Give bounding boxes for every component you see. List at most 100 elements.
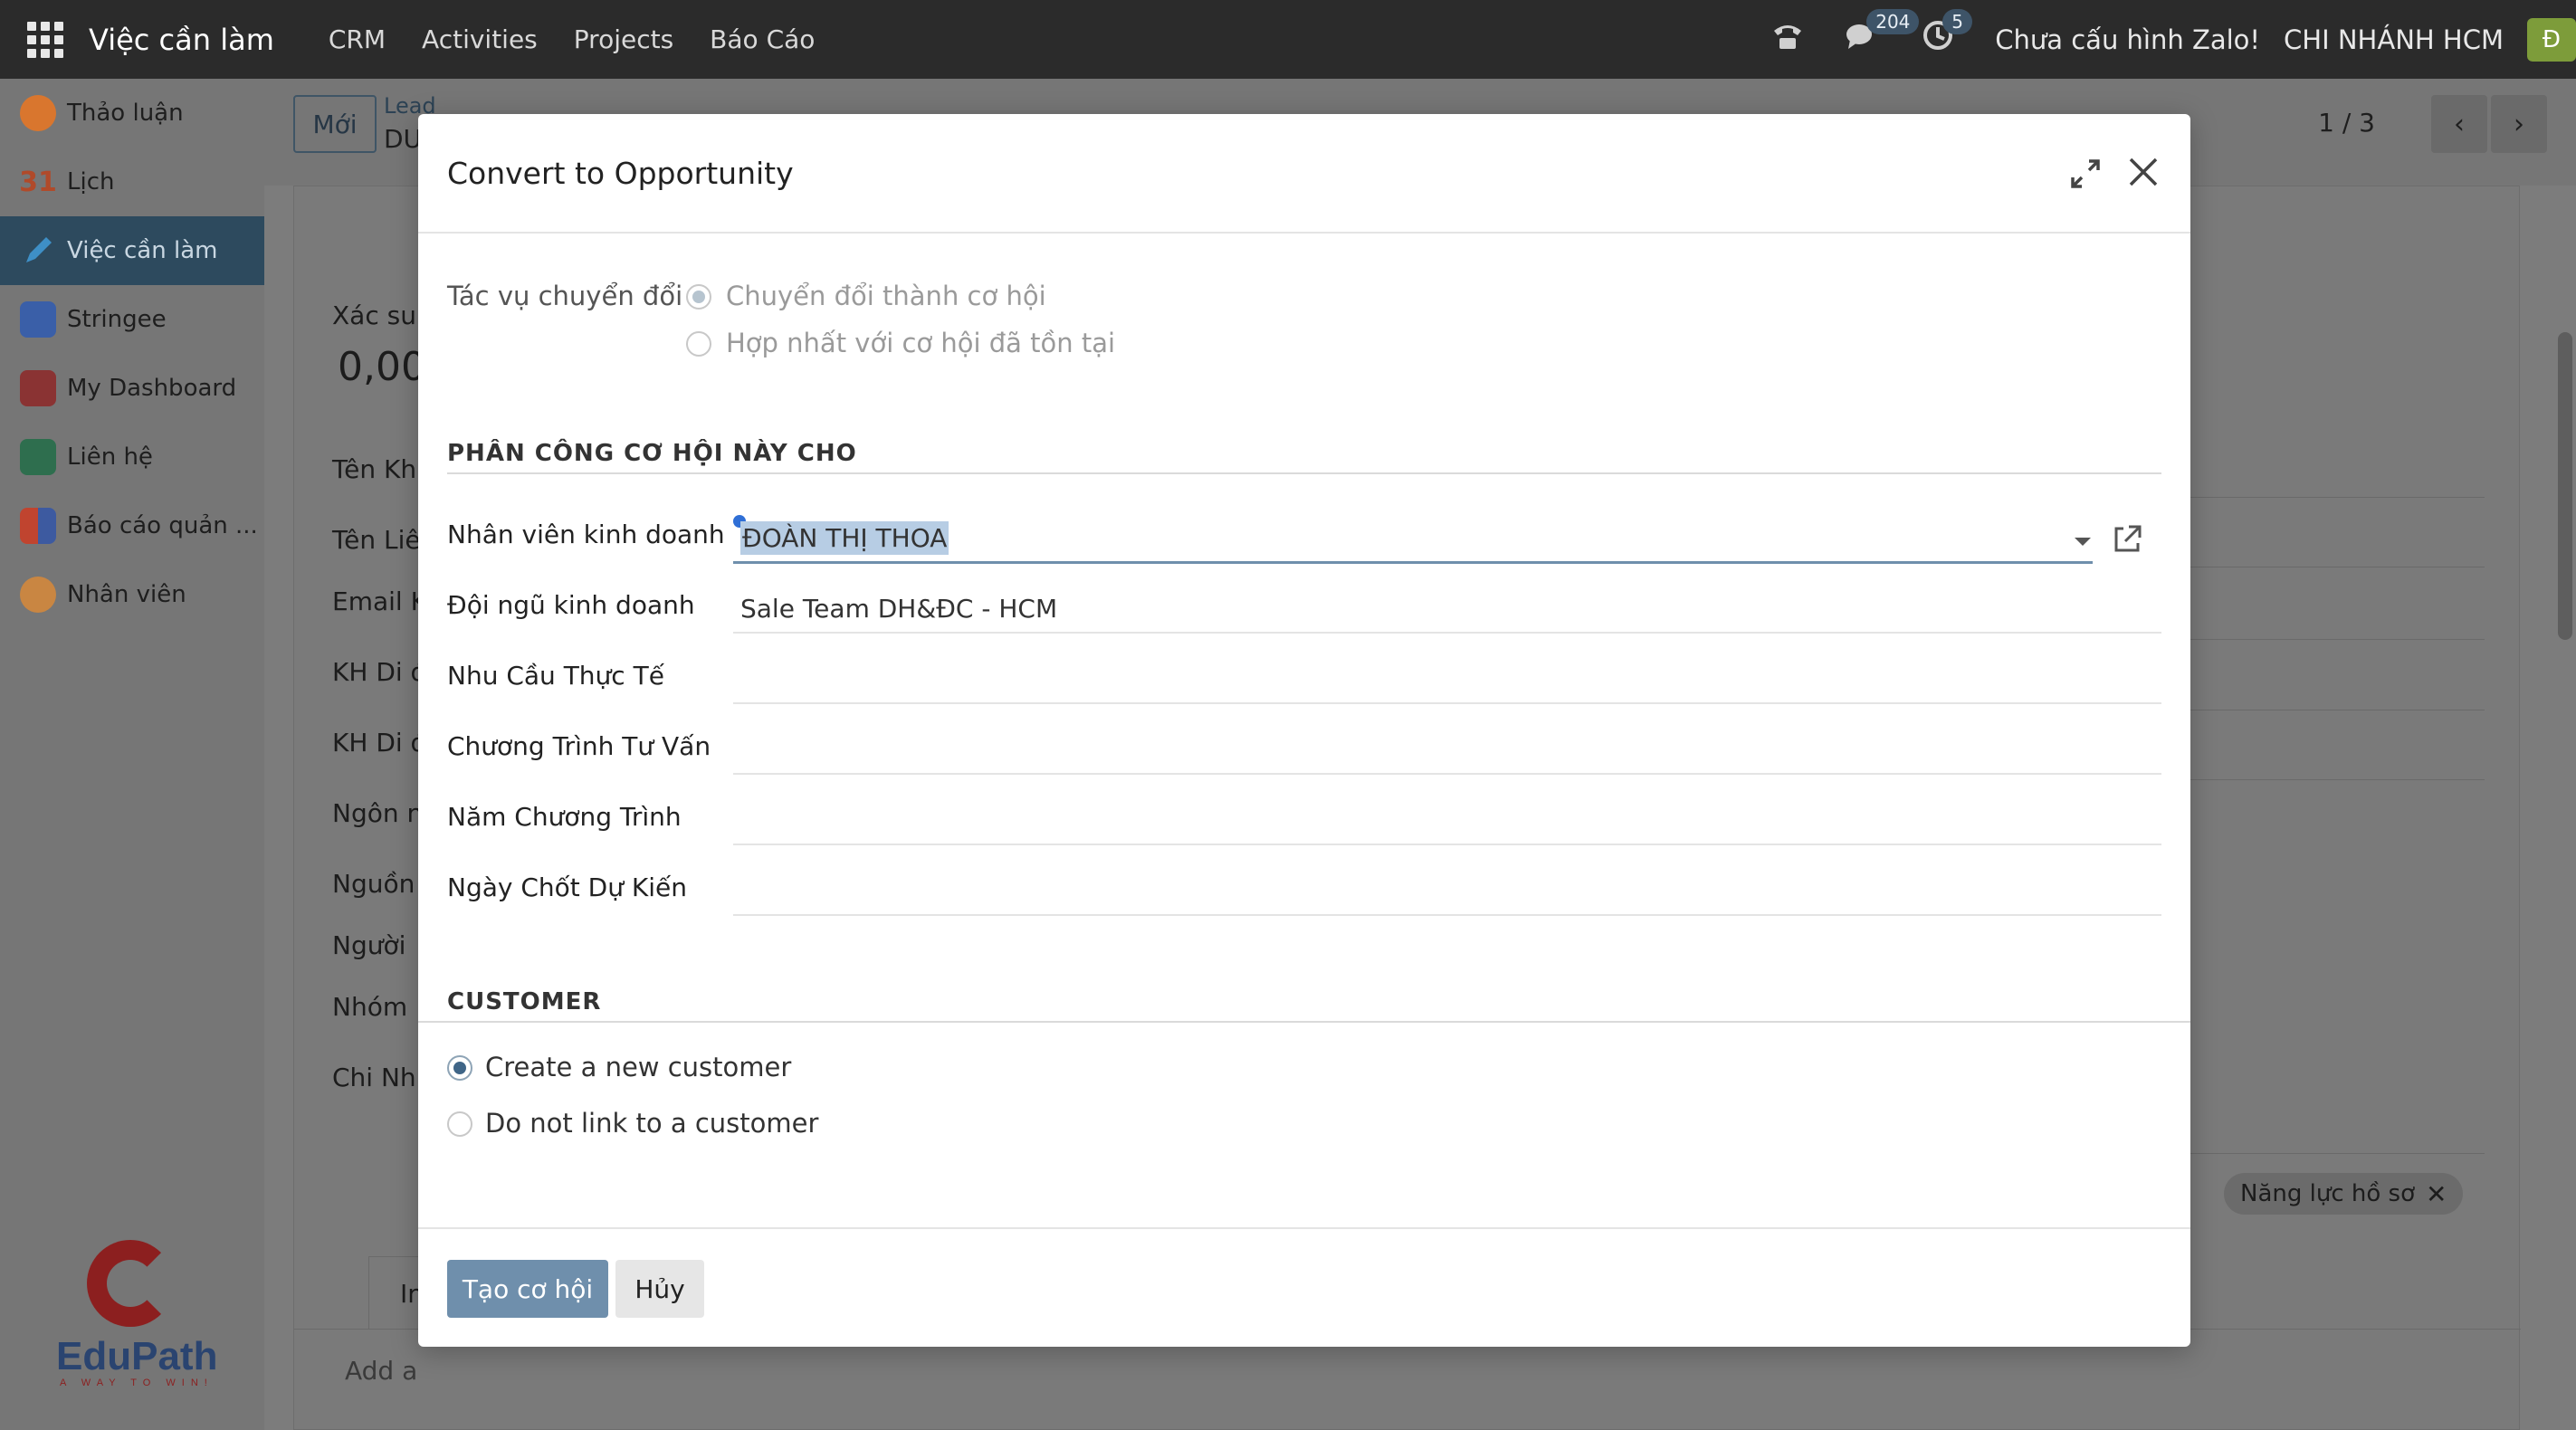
edupath-logo: EduPath A WAY TO WIN! xyxy=(52,1240,217,1394)
field-underline xyxy=(733,702,2161,704)
discuss-icon xyxy=(20,95,56,131)
top-navbar: Việc cần làm CRM Activities Projects Báo… xyxy=(0,0,2576,79)
chevron-down-icon[interactable] xyxy=(2075,538,2091,546)
tag-remove-icon[interactable]: ✕ xyxy=(2426,1179,2447,1209)
pager-next-icon[interactable]: › xyxy=(2491,95,2547,153)
page-scrollbar[interactable] xyxy=(2558,332,2572,640)
assign-section-heading: PHÂN CÔNG CƠ HỘI NÀY CHO xyxy=(447,440,857,467)
expected-closing-label: Ngày Chốt Dự Kiến xyxy=(447,872,687,902)
sidebar-item-nhan-vien[interactable]: Nhân viên xyxy=(0,560,264,629)
bg-field-label: Chi Nh xyxy=(332,1063,416,1092)
stringee-icon xyxy=(20,301,56,338)
sidebar-item-lien-he[interactable]: Liên hệ xyxy=(0,423,264,491)
employee-icon xyxy=(20,577,56,613)
actual-need-label: Nhu Cầu Thực Tế xyxy=(447,661,664,691)
new-record-button[interactable]: Mới xyxy=(293,95,377,153)
program-year-label: Năm Chương Trình xyxy=(447,802,682,832)
dashboard-icon xyxy=(20,370,56,406)
sales-team-input[interactable]: Sale Team DH&ĐC - HCM xyxy=(740,594,1057,624)
field-underline xyxy=(733,632,2161,634)
navbar-right: 204 5 Chưa cấu hình Zalo! CHI NHÁNH HCM … xyxy=(1770,0,2576,79)
section-divider xyxy=(418,1021,2190,1023)
sidebar: Thảo luận 31 Lịch Việc cần làm Stringee … xyxy=(0,79,264,1430)
probability-value: 0,00 xyxy=(338,344,426,390)
messages-icon[interactable]: 204 xyxy=(1845,9,1920,61)
radio-label-no-customer[interactable]: Do not link to a customer xyxy=(485,1108,818,1139)
bg-field-label: Email K xyxy=(332,586,427,616)
create-opportunity-button[interactable]: Tạo cơ hội xyxy=(447,1260,608,1318)
radio-label-convert[interactable]: Chuyển đổi thành cơ hội xyxy=(726,281,1046,311)
main-menu: CRM Activities Projects Báo Cáo xyxy=(292,24,816,54)
sales-team-label: Đội ngũ kinh doanh xyxy=(447,590,695,620)
phone-icon[interactable] xyxy=(1770,18,1805,61)
radio-no-customer[interactable] xyxy=(447,1111,472,1137)
sidebar-item-bao-cao-quan[interactable]: Báo cáo quản ... xyxy=(0,491,264,560)
app-brand[interactable]: Việc cần làm xyxy=(89,23,274,57)
cancel-button[interactable]: Hủy xyxy=(615,1260,704,1318)
salesperson-input[interactable]: ĐOÀN THỊ THOA xyxy=(740,521,949,555)
pencil-icon xyxy=(20,233,56,269)
salesperson-underline xyxy=(733,561,2093,564)
messages-badge: 204 xyxy=(1866,9,1920,34)
sidebar-item-viec-can-lam[interactable]: Việc cần làm xyxy=(0,216,264,285)
sidebar-item-label: My Dashboard xyxy=(67,375,237,402)
menu-item-crm[interactable]: CRM xyxy=(329,24,386,54)
dialog-title: Convert to Opportunity xyxy=(447,156,794,191)
pager-value[interactable]: 1 / 3 xyxy=(2318,108,2375,138)
bg-field-label: KH Di đ xyxy=(332,728,427,758)
activities-clock-icon[interactable]: 5 xyxy=(1921,9,1972,61)
apps-menu-icon[interactable] xyxy=(27,21,63,58)
breadcrumb-current: DU xyxy=(384,124,423,154)
bg-field-label: KH Di đ xyxy=(332,657,427,687)
field-underline xyxy=(733,914,2161,916)
tag-label: Năng lực hồ sơ xyxy=(2240,1180,2415,1207)
zalo-status[interactable]: Chưa cấu hình Zalo! xyxy=(1995,24,2260,55)
sidebar-item-label: Báo cáo quản ... xyxy=(67,512,258,539)
bg-field-label: Nguồn xyxy=(332,869,415,899)
convert-opportunity-dialog: Convert to Opportunity Tác vụ chuyển đổi… xyxy=(418,114,2190,1347)
menu-item-projects[interactable]: Projects xyxy=(574,24,673,54)
consulting-program-label: Chương Trình Tư Vấn xyxy=(447,731,711,761)
calendar-icon: 31 xyxy=(19,166,57,198)
sidebar-item-label: Stringee xyxy=(67,306,167,333)
bg-field-label: Ngôn n xyxy=(332,798,424,828)
sidebar-item-label: Thảo luận xyxy=(67,100,184,127)
salesperson-value: ĐOÀN THỊ THOA xyxy=(740,521,949,555)
section-divider xyxy=(447,472,2161,474)
radio-merge-opportunity[interactable] xyxy=(686,331,711,357)
sidebar-item-label: Nhân viên xyxy=(67,581,186,608)
dialog-header: Convert to Opportunity xyxy=(418,114,2190,234)
radio-label-create-customer[interactable]: Create a new customer xyxy=(485,1052,791,1082)
sidebar-item-my-dashboard[interactable]: My Dashboard xyxy=(0,354,264,423)
menu-item-activities[interactable]: Activities xyxy=(422,24,538,54)
company-switcher[interactable]: CHI NHÁNH HCM xyxy=(2284,24,2504,55)
user-avatar[interactable]: Đ xyxy=(2527,17,2576,62)
conversion-action-label: Tác vụ chuyển đổi xyxy=(447,281,683,311)
tag-chip[interactable]: Năng lực hồ sơ ✕ xyxy=(2224,1173,2464,1215)
salesperson-label: Nhân viên kinh doanh xyxy=(447,520,725,549)
radio-create-customer[interactable] xyxy=(447,1055,472,1081)
radio-label-merge[interactable]: Hợp nhất với cơ hội đã tồn tại xyxy=(726,328,1115,358)
sidebar-item-label: Việc cần làm xyxy=(67,237,218,264)
sidebar-item-stringee[interactable]: Stringee xyxy=(0,285,264,354)
sidebar-item-thao-luan[interactable]: Thảo luận xyxy=(0,79,264,148)
menu-item-bao-cao[interactable]: Báo Cáo xyxy=(710,24,815,54)
bg-field-label: Nhóm xyxy=(332,992,408,1022)
sidebar-item-lich[interactable]: 31 Lịch xyxy=(0,148,264,216)
activities-badge: 5 xyxy=(1942,9,1972,34)
field-underline xyxy=(733,773,2161,775)
bg-field-label: Người xyxy=(332,930,406,960)
expand-icon[interactable] xyxy=(2067,156,2104,192)
close-icon[interactable] xyxy=(2125,154,2161,190)
bg-field-label: Xác su xyxy=(332,300,416,330)
radio-convert-opportunity[interactable] xyxy=(686,284,711,310)
bg-field-label: Tên Kh xyxy=(332,454,417,484)
field-underline xyxy=(733,844,2161,845)
sidebar-item-label: Liên hệ xyxy=(67,443,153,471)
external-link-icon[interactable] xyxy=(2111,523,2143,556)
pager-prev-icon[interactable]: ‹ xyxy=(2431,95,2487,153)
report-icon xyxy=(20,508,56,544)
dialog-footer: Tạo cơ hội Hủy xyxy=(418,1227,2190,1347)
customer-section-heading: CUSTOMER xyxy=(447,988,602,1015)
add-line-link[interactable]: Add a xyxy=(345,1356,417,1386)
